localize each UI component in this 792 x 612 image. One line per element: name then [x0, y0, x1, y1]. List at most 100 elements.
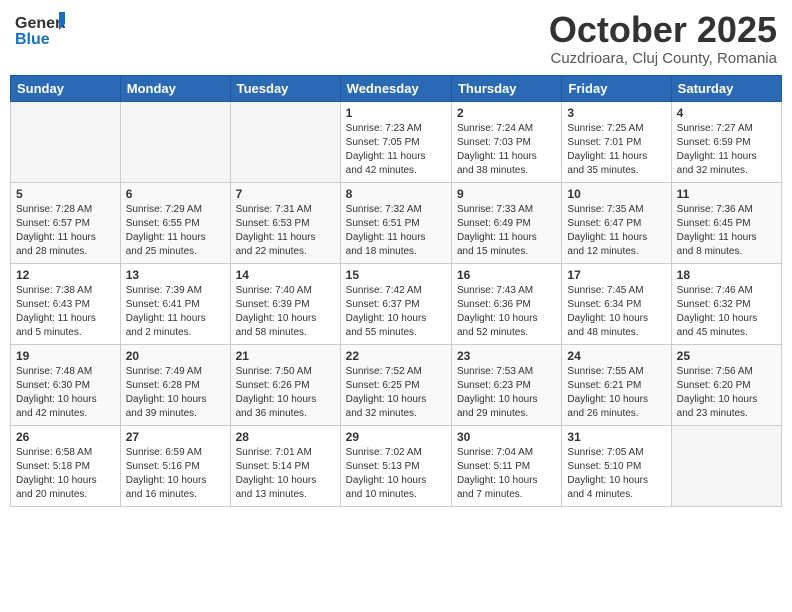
- day-info: Sunrise: 7:02 AMSunset: 5:13 PMDaylight:…: [346, 446, 446, 502]
- calendar-cell: [11, 101, 121, 182]
- calendar-cell: 22Sunrise: 7:52 AMSunset: 6:25 PMDayligh…: [340, 344, 451, 425]
- day-info: Sunrise: 6:59 AMSunset: 5:16 PMDaylight:…: [126, 446, 225, 502]
- day-number: 31: [567, 430, 665, 444]
- calendar-cell: [671, 425, 781, 506]
- calendar-cell: 6 Sunrise: 7:29 AMSunset: 6:55 PMDaylight…: [120, 182, 230, 263]
- calendar-cell: 24Sunrise: 7:55 AMSunset: 6:21 PMDayligh…: [562, 344, 671, 425]
- calendar-cell: 13 Sunrise: 7:39 AMSunset: 6:41 PMDayligh…: [120, 263, 230, 344]
- calendar-cell: 16 Sunrise: 7:43 AMSunset: 6:36 PMDayligh…: [451, 263, 561, 344]
- day-info: Sunrise: 7:48 AMSunset: 6:30 PMDaylight:…: [16, 365, 115, 421]
- weekday-header: Wednesday: [340, 75, 451, 101]
- weekday-header: Tuesday: [230, 75, 340, 101]
- day-info: Sunrise: 7:33 AMSunset: 6:49 PMDaylight:…: [457, 203, 556, 259]
- calendar-cell: 4 Sunrise: 7:27 AMSunset: 6:59 PMDaylight…: [671, 101, 781, 182]
- day-number: 18: [677, 268, 776, 282]
- calendar-cell: 2 Sunrise: 7:24 AMSunset: 7:03 PMDaylight…: [451, 101, 561, 182]
- calendar-cell: [230, 101, 340, 182]
- day-info: Sunrise: 7:46 AMSunset: 6:32 PMDaylight:…: [677, 284, 776, 340]
- calendar-cell: 10 Sunrise: 7:35 AMSunset: 6:47 PMDayligh…: [562, 182, 671, 263]
- day-info: Sunrise: 7:36 AMSunset: 6:45 PMDaylight:…: [677, 203, 776, 259]
- calendar-cell: 11 Sunrise: 7:36 AMSunset: 6:45 PMDayligh…: [671, 182, 781, 263]
- day-number: 14: [236, 268, 335, 282]
- calendar-cell: 8 Sunrise: 7:32 AMSunset: 6:51 PMDaylight…: [340, 182, 451, 263]
- day-number: 15: [346, 268, 446, 282]
- day-info: Sunrise: 7:05 AMSunset: 5:10 PMDaylight:…: [567, 446, 665, 502]
- day-number: 8: [346, 187, 446, 201]
- weekday-header: Saturday: [671, 75, 781, 101]
- day-number: 6: [126, 187, 225, 201]
- day-info: Sunrise: 7:43 AMSunset: 6:36 PMDaylight:…: [457, 284, 556, 340]
- calendar-cell: 18 Sunrise: 7:46 AMSunset: 6:32 PMDayligh…: [671, 263, 781, 344]
- logo-icon: General Blue: [15, 10, 65, 50]
- day-info: Sunrise: 7:27 AMSunset: 6:59 PMDaylight:…: [677, 122, 776, 178]
- day-number: 21: [236, 349, 335, 363]
- location-subtitle: Cuzdrioara, Cluj County, Romania: [549, 50, 777, 67]
- day-number: 27: [126, 430, 225, 444]
- calendar-week-row: 26 Sunrise: 6:58 AMSunset: 5:18 PMDayligh…: [11, 425, 782, 506]
- calendar-cell: 30 Sunrise: 7:04 AMSunset: 5:11 PMDayligh…: [451, 425, 561, 506]
- day-info: Sunrise: 7:28 AMSunset: 6:57 PMDaylight:…: [16, 203, 115, 259]
- calendar-cell: 31 Sunrise: 7:05 AMSunset: 5:10 PMDayligh…: [562, 425, 671, 506]
- day-number: 10: [567, 187, 665, 201]
- calendar-cell: 12 Sunrise: 7:38 AMSunset: 6:43 PMDayligh…: [11, 263, 121, 344]
- day-info: Sunrise: 7:52 AMSunset: 6:25 PMDaylight:…: [346, 365, 446, 421]
- day-number: 1: [346, 106, 446, 120]
- day-info: Sunrise: 7:31 AMSunset: 6:53 PMDaylight:…: [236, 203, 335, 259]
- day-info: Sunrise: 7:29 AMSunset: 6:55 PMDaylight:…: [126, 203, 225, 259]
- day-number: 9: [457, 187, 556, 201]
- calendar-week-row: 5 Sunrise: 7:28 AMSunset: 6:57 PMDaylight…: [11, 182, 782, 263]
- calendar-cell: 1Sunrise: 7:23 AMSunset: 7:05 PMDaylight…: [340, 101, 451, 182]
- calendar-week-row: 12 Sunrise: 7:38 AMSunset: 6:43 PMDayligh…: [11, 263, 782, 344]
- day-number: 11: [677, 187, 776, 201]
- title-section: October 2025 Cuzdrioara, Cluj County, Ro…: [549, 10, 777, 67]
- calendar-cell: 9 Sunrise: 7:33 AMSunset: 6:49 PMDaylight…: [451, 182, 561, 263]
- day-info: Sunrise: 7:24 AMSunset: 7:03 PMDaylight:…: [457, 122, 556, 178]
- calendar-cell: 5 Sunrise: 7:28 AMSunset: 6:57 PMDaylight…: [11, 182, 121, 263]
- day-info: Sunrise: 7:45 AMSunset: 6:34 PMDaylight:…: [567, 284, 665, 340]
- day-number: 17: [567, 268, 665, 282]
- day-info: Sunrise: 7:55 AMSunset: 6:21 PMDaylight:…: [567, 365, 665, 421]
- page-header: General Blue October 2025 Cuzdrioara, Cl…: [10, 10, 782, 67]
- weekday-header-row: SundayMondayTuesdayWednesdayThursdayFrid…: [11, 75, 782, 101]
- calendar-week-row: 1Sunrise: 7:23 AMSunset: 7:05 PMDaylight…: [11, 101, 782, 182]
- day-number: 26: [16, 430, 115, 444]
- calendar-cell: 28Sunrise: 7:01 AMSunset: 5:14 PMDayligh…: [230, 425, 340, 506]
- day-info: Sunrise: 6:58 AMSunset: 5:18 PMDaylight:…: [16, 446, 115, 502]
- calendar-cell: 17 Sunrise: 7:45 AMSunset: 6:34 PMDayligh…: [562, 263, 671, 344]
- weekday-header: Friday: [562, 75, 671, 101]
- day-number: 2: [457, 106, 556, 120]
- day-info: Sunrise: 7:50 AMSunset: 6:26 PMDaylight:…: [236, 365, 335, 421]
- calendar-cell: 19 Sunrise: 7:48 AMSunset: 6:30 PMDayligh…: [11, 344, 121, 425]
- weekday-header: Sunday: [11, 75, 121, 101]
- day-number: 23: [457, 349, 556, 363]
- day-info: Sunrise: 7:39 AMSunset: 6:41 PMDaylight:…: [126, 284, 225, 340]
- weekday-header: Thursday: [451, 75, 561, 101]
- svg-text:General: General: [15, 15, 65, 32]
- day-number: 5: [16, 187, 115, 201]
- day-number: 19: [16, 349, 115, 363]
- month-title: October 2025: [549, 10, 777, 50]
- svg-text:Blue: Blue: [15, 31, 50, 48]
- day-number: 3: [567, 106, 665, 120]
- day-info: Sunrise: 7:38 AMSunset: 6:43 PMDaylight:…: [16, 284, 115, 340]
- day-info: Sunrise: 7:32 AMSunset: 6:51 PMDaylight:…: [346, 203, 446, 259]
- calendar-table: SundayMondayTuesdayWednesdayThursdayFrid…: [10, 75, 782, 507]
- day-number: 12: [16, 268, 115, 282]
- calendar-cell: 20Sunrise: 7:49 AMSunset: 6:28 PMDayligh…: [120, 344, 230, 425]
- calendar-week-row: 19 Sunrise: 7:48 AMSunset: 6:30 PMDayligh…: [11, 344, 782, 425]
- day-number: 13: [126, 268, 225, 282]
- day-number: 30: [457, 430, 556, 444]
- calendar-cell: 14 Sunrise: 7:40 AMSunset: 6:39 PMDayligh…: [230, 263, 340, 344]
- day-number: 16: [457, 268, 556, 282]
- day-info: Sunrise: 7:42 AMSunset: 6:37 PMDaylight:…: [346, 284, 446, 340]
- calendar-cell: 21 Sunrise: 7:50 AMSunset: 6:26 PMDayligh…: [230, 344, 340, 425]
- day-info: Sunrise: 7:04 AMSunset: 5:11 PMDaylight:…: [457, 446, 556, 502]
- logo: General Blue: [15, 10, 65, 50]
- weekday-header: Monday: [120, 75, 230, 101]
- day-info: Sunrise: 7:40 AMSunset: 6:39 PMDaylight:…: [236, 284, 335, 340]
- day-number: 4: [677, 106, 776, 120]
- calendar-cell: 29Sunrise: 7:02 AMSunset: 5:13 PMDayligh…: [340, 425, 451, 506]
- day-info: Sunrise: 7:35 AMSunset: 6:47 PMDaylight:…: [567, 203, 665, 259]
- calendar-cell: 3Sunrise: 7:25 AMSunset: 7:01 PMDaylight…: [562, 101, 671, 182]
- day-info: Sunrise: 7:49 AMSunset: 6:28 PMDaylight:…: [126, 365, 225, 421]
